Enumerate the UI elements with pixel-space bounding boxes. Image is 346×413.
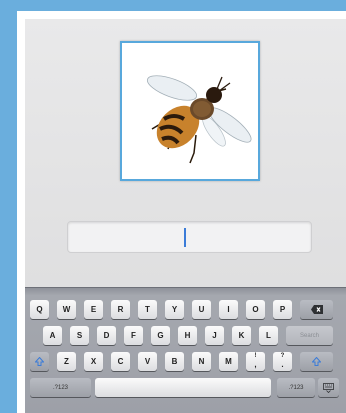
key-j[interactable]: J	[205, 326, 224, 345]
key-v[interactable]: V	[138, 352, 157, 371]
search-key[interactable]: Search	[286, 326, 333, 345]
key-z[interactable]: Z	[57, 352, 76, 371]
key-h[interactable]: H	[178, 326, 197, 345]
key-q[interactable]: Q	[30, 300, 49, 319]
key-l[interactable]: L	[259, 326, 278, 345]
key-i[interactable]: I	[219, 300, 238, 319]
app-screen: Q W E R T Y U I O P A S D F G H J K L Se…	[25, 19, 346, 413]
key-exclaim-comma[interactable]: ! ,	[246, 352, 265, 371]
key-n[interactable]: N	[192, 352, 211, 371]
backspace-icon	[310, 305, 323, 314]
space-key[interactable]	[95, 378, 271, 397]
keyboard-hide-icon	[323, 382, 334, 393]
key-o[interactable]: O	[246, 300, 265, 319]
key-k[interactable]: K	[232, 326, 251, 345]
key-r[interactable]: R	[111, 300, 130, 319]
key-m[interactable]: M	[219, 352, 238, 371]
hide-keyboard-key[interactable]	[318, 378, 339, 397]
key-u[interactable]: U	[192, 300, 211, 319]
key-period-bottom: .	[281, 360, 284, 369]
key-exclaim-top: !	[254, 353, 257, 359]
bee-image-card[interactable]	[120, 41, 260, 181]
key-y[interactable]: Y	[165, 300, 184, 319]
key-x[interactable]: X	[84, 352, 103, 371]
numbers-key-left[interactable]: .?123	[30, 378, 91, 397]
key-g[interactable]: G	[151, 326, 170, 345]
key-question-top: ?	[280, 353, 285, 359]
text-cursor	[184, 228, 186, 247]
numbers-key-right[interactable]: .?123	[277, 378, 315, 397]
answer-input[interactable]	[67, 221, 312, 253]
bee-illustration	[146, 75, 252, 164]
key-t[interactable]: T	[138, 300, 157, 319]
shift-key-right[interactable]	[300, 352, 333, 371]
key-d[interactable]: D	[97, 326, 116, 345]
key-b[interactable]: B	[165, 352, 184, 371]
key-s[interactable]: S	[70, 326, 89, 345]
key-p[interactable]: P	[273, 300, 292, 319]
onscreen-keyboard: Q W E R T Y U I O P A S D F G H J K L Se…	[25, 287, 346, 413]
key-f[interactable]: F	[124, 326, 143, 345]
device-frame: Q W E R T Y U I O P A S D F G H J K L Se…	[17, 11, 346, 413]
shift-icon	[312, 357, 321, 366]
shift-key-left[interactable]	[30, 352, 49, 371]
key-a[interactable]: A	[43, 326, 62, 345]
shift-icon	[35, 357, 44, 366]
key-w[interactable]: W	[57, 300, 76, 319]
key-c[interactable]: C	[111, 352, 130, 371]
key-question-period[interactable]: ? .	[273, 352, 292, 371]
backspace-key[interactable]	[300, 300, 333, 319]
key-comma-bottom: ,	[254, 360, 257, 369]
key-e[interactable]: E	[84, 300, 103, 319]
